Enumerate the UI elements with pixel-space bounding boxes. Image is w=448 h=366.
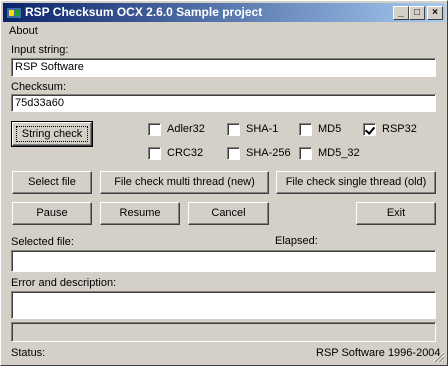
focus-rect — [16, 126, 88, 142]
resize-grip-icon[interactable] — [433, 351, 445, 363]
cancel-button[interactable]: Cancel — [188, 202, 269, 225]
checkbox-box — [363, 123, 376, 136]
checkbox-label: CRC32 — [167, 147, 204, 159]
checkbox-label: RSP32 — [382, 123, 417, 135]
checkbox-label: MD5_32 — [318, 147, 360, 159]
file-check-single-thread-button[interactable]: File check single thread (old) — [276, 171, 436, 194]
checkbox-box — [227, 147, 240, 160]
checksum-label: Checksum: — [11, 81, 67, 93]
file-check-multi-thread-button[interactable]: File check multi thread (new) — [100, 171, 269, 194]
selected-file-field[interactable] — [11, 250, 436, 272]
progress-bar — [11, 322, 436, 342]
input-string-field[interactable]: RSP Software — [11, 58, 436, 77]
error-description-field[interactable] — [11, 291, 436, 319]
app-icon — [7, 8, 21, 18]
elapsed-label: Elapsed: — [275, 235, 318, 247]
checkbox-label: SHA-1 — [246, 123, 279, 135]
selected-file-label: Selected file: — [11, 236, 74, 248]
minimize-button[interactable]: _ — [393, 6, 409, 20]
menu-bar: About — [4, 23, 444, 40]
checkbox-box — [299, 123, 312, 136]
select-file-button[interactable]: Select file — [12, 171, 92, 194]
exit-button[interactable]: Exit — [356, 202, 436, 225]
pause-button[interactable]: Pause — [12, 202, 92, 225]
window-title: RSP Checksum OCX 2.6.0 Sample project — [25, 5, 263, 19]
menu-about[interactable]: About — [9, 25, 38, 37]
main-window: RSP Checksum OCX 2.6.0 Sample project _ … — [0, 0, 448, 366]
checkbox-label: SHA-256 — [246, 147, 291, 159]
error-description-label: Error and description: — [11, 277, 117, 289]
status-label: Status: — [11, 347, 46, 359]
copyright-text: RSP Software 1996-2004 — [316, 347, 441, 359]
maximize-button[interactable]: □ — [409, 6, 425, 20]
checkbox-box — [148, 147, 161, 160]
checkbox-label: MD5 — [318, 123, 342, 135]
checksum-field[interactable]: 75d33a60 — [11, 94, 436, 112]
checkbox-box — [299, 147, 312, 160]
input-string-label: Input string: — [11, 44, 69, 56]
string-check-button[interactable]: String check — [11, 121, 93, 147]
close-button[interactable]: × — [427, 6, 443, 20]
resume-button[interactable]: Resume — [100, 202, 180, 225]
title-bar[interactable]: RSP Checksum OCX 2.6.0 Sample project _ … — [3, 3, 445, 22]
checkbox-label: Adler32 — [167, 123, 205, 135]
checkbox-box — [227, 123, 240, 136]
checkbox-box — [148, 123, 161, 136]
